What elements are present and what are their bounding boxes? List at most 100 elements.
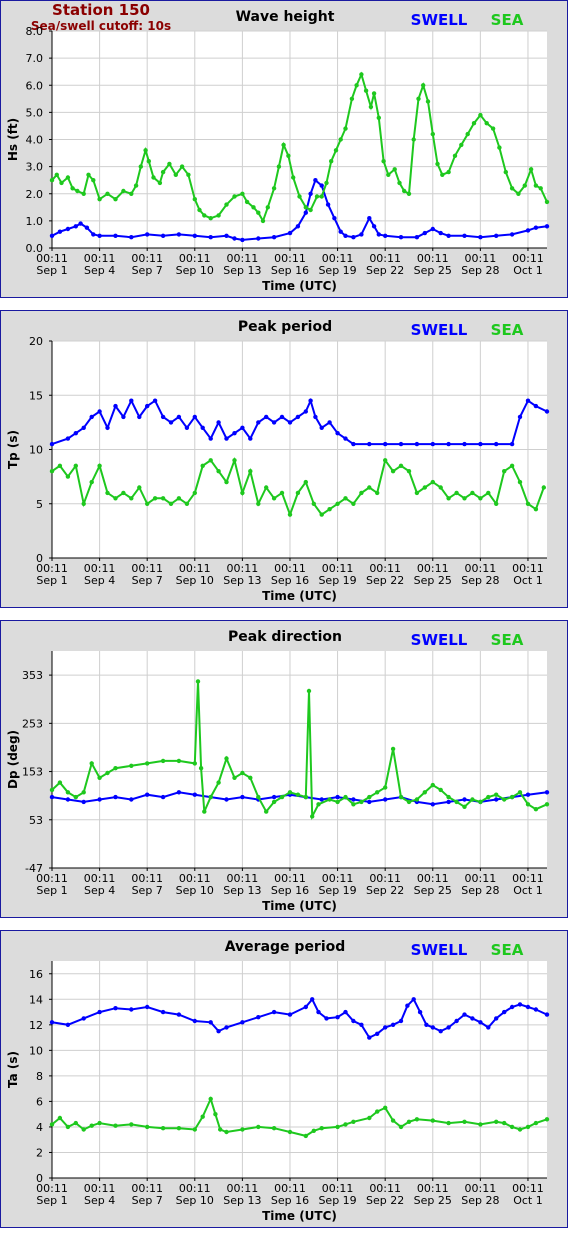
data-point-swell: [97, 1009, 102, 1015]
data-point-sea: [240, 490, 245, 496]
chart-svg: -475315325335300:11Sep 100:11Sep 400:11S…: [6, 629, 550, 913]
data-point-sea: [354, 83, 359, 88]
data-point-sea: [406, 191, 412, 196]
data-point-swell: [470, 1016, 475, 1021]
data-point-sea: [319, 1126, 324, 1131]
plot-area: [52, 961, 547, 1178]
data-point-sea: [359, 490, 364, 496]
data-point-swell: [438, 230, 443, 236]
data-point-swell: [525, 398, 531, 403]
data-point-sea: [509, 186, 515, 191]
data-point-swell: [414, 235, 420, 240]
data-point-swell: [240, 794, 245, 800]
x-tick-date: Sep 10: [176, 884, 214, 897]
data-point-sea: [216, 469, 221, 474]
data-point-sea: [145, 1124, 150, 1130]
y-tick-label: 53: [29, 814, 43, 827]
data-point-sea: [398, 463, 404, 468]
data-point-sea: [390, 469, 396, 474]
data-point-swell: [145, 792, 150, 797]
data-point-swell: [129, 1007, 134, 1012]
data-point-sea: [494, 792, 499, 797]
data-point-swell: [398, 441, 404, 447]
data-point-sea: [208, 1096, 213, 1102]
data-point-sea: [137, 485, 142, 490]
data-point-sea: [89, 1123, 94, 1128]
data-point-swell: [446, 233, 451, 238]
peak-period-panel: 0 5 10 15 20 00:11 Sep 1 00:11 Sep 4 00:11 Sep 7 00…: [0, 310, 568, 608]
chart-svg: 0.01.02.03.04.05.06.07.08.000:11Sep 100:…: [6, 9, 550, 293]
data-point-sea: [113, 766, 118, 771]
data-point-sea: [368, 104, 374, 110]
data-point-swell: [351, 235, 356, 240]
data-point-sea: [338, 137, 343, 142]
data-point-swell: [430, 226, 435, 232]
data-point-swell: [462, 797, 467, 802]
y-axis-label: Hs (ft): [6, 118, 20, 161]
data-point-swell: [494, 797, 499, 802]
data-point-sea: [256, 1124, 261, 1130]
data-point-sea: [411, 137, 416, 142]
data-point-swell: [517, 1002, 523, 1007]
data-point-swell: [224, 436, 229, 441]
data-point-sea: [151, 175, 156, 180]
data-point-sea: [517, 479, 523, 485]
y-tick-label: 2: [36, 1146, 43, 1159]
data-point-sea: [133, 183, 139, 188]
data-point-swell: [502, 1009, 507, 1015]
y-tick-label: 4.0: [26, 134, 44, 147]
data-point-swell: [343, 1009, 348, 1015]
data-point-sea: [329, 159, 334, 164]
x-tick-date: Sep 7: [132, 884, 163, 897]
data-point-swell: [310, 997, 315, 1002]
data-point-sea: [248, 775, 253, 780]
data-point-sea: [367, 485, 372, 490]
data-point-swell: [446, 799, 451, 805]
data-point-sea: [438, 485, 443, 490]
data-point-sea: [484, 121, 489, 126]
data-point-swell: [129, 797, 134, 802]
data-point-swell: [422, 230, 427, 236]
data-point-sea: [260, 218, 266, 224]
x-tick-date: Sep 25: [414, 264, 452, 277]
data-point-sea: [490, 126, 496, 131]
wave-height-panel: Station 150 Sea/swell cutoff: 10s 0.0 1.0…: [0, 0, 568, 298]
data-point-sea: [216, 780, 221, 785]
data-point-sea: [286, 153, 291, 158]
x-tick-date: Oct 1: [513, 264, 543, 277]
data-point-swell: [303, 409, 308, 414]
data-point-sea: [91, 178, 96, 183]
data-point-swell: [271, 235, 277, 240]
data-point-swell: [176, 414, 182, 420]
data-point-swell: [81, 425, 86, 430]
data-point-sea: [446, 169, 451, 175]
data-point-sea: [97, 1120, 102, 1126]
data-point-sea: [486, 794, 491, 800]
data-point-swell: [160, 794, 166, 800]
data-point-swell: [129, 398, 134, 403]
data-point-sea: [160, 758, 166, 764]
data-point-swell: [81, 1016, 86, 1021]
x-tick-date: Sep 7: [132, 264, 163, 277]
data-point-sea: [54, 172, 59, 177]
data-point-swell: [509, 1004, 515, 1010]
data-point-sea: [324, 180, 329, 186]
data-point-sea: [256, 501, 261, 506]
data-point-sea: [291, 175, 296, 180]
data-point-sea: [544, 199, 550, 205]
data-point-sea: [271, 1126, 277, 1131]
data-point-sea: [89, 479, 94, 485]
data-point-swell: [208, 436, 213, 441]
data-point-sea: [333, 148, 339, 153]
data-point-swell: [264, 414, 269, 420]
chart-title: Peak direction: [228, 629, 342, 645]
y-tick-label: 253: [22, 717, 43, 730]
data-point-swell: [224, 1025, 229, 1030]
x-tick-date: Sep 28: [461, 574, 499, 587]
data-point-sea: [516, 191, 521, 196]
legend-sea: SEA: [491, 631, 524, 649]
data-point-sea: [502, 797, 507, 802]
x-tick-date: Sep 13: [223, 884, 261, 897]
data-point-sea: [129, 496, 134, 501]
data-point-sea: [349, 96, 355, 102]
